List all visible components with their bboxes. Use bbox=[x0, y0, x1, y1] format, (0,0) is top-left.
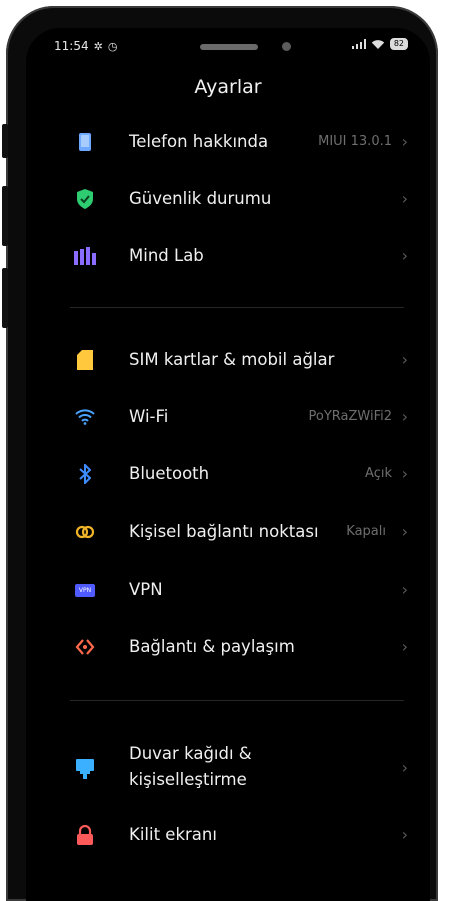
chevron-right-icon: › bbox=[401, 758, 408, 777]
side-button bbox=[2, 268, 8, 328]
setting-label: Telefon hakkında bbox=[129, 132, 269, 151]
chevron-right-icon: › bbox=[401, 350, 408, 369]
vpn-badge: VPN bbox=[75, 583, 95, 597]
wifi-status-icon bbox=[371, 39, 385, 49]
phone-frame: 11:54 ✲ ◷ 82 Ayarlar Telefon hakkında MI… bbox=[2, 6, 438, 901]
setting-connection-sharing[interactable]: Bağlantı & paylaşım › bbox=[26, 628, 430, 668]
section-divider bbox=[70, 700, 404, 701]
section-divider bbox=[70, 307, 404, 308]
status-time: 11:54 bbox=[54, 39, 89, 53]
setting-security-status[interactable]: Güvenlik durumu › bbox=[26, 180, 430, 220]
side-button bbox=[2, 124, 8, 158]
connection-share-icon bbox=[74, 636, 96, 658]
setting-about-phone[interactable]: Telefon hakkında MIUI 13.0.1 › bbox=[26, 123, 430, 163]
alarm-icon: ◷ bbox=[107, 39, 118, 53]
setting-label: Güvenlik durumu bbox=[129, 189, 272, 208]
page-title: Ayarlar bbox=[194, 76, 262, 98]
setting-label: VPN bbox=[129, 580, 163, 599]
setting-bluetooth[interactable]: Bluetooth Açık › bbox=[26, 455, 430, 495]
side-button bbox=[2, 186, 8, 246]
chevron-right-icon: › bbox=[401, 825, 408, 844]
setting-lock-screen[interactable]: Kilit ekranı › bbox=[26, 816, 430, 856]
wallpaper-icon bbox=[74, 758, 96, 780]
setting-label: Mind Lab bbox=[129, 246, 204, 265]
screen: 11:54 ✲ ◷ 82 Ayarlar Telefon hakkında MI… bbox=[26, 28, 430, 901]
setting-value: Kapalı bbox=[346, 524, 386, 539]
chevron-right-icon: › bbox=[401, 132, 408, 151]
setting-label: Bağlantı & paylaşım bbox=[129, 637, 295, 656]
hotspot-icon bbox=[74, 521, 96, 543]
setting-label: Kişisel bağlantı noktası bbox=[129, 522, 319, 541]
chevron-right-icon: › bbox=[401, 464, 408, 483]
gear-icon: ✲ bbox=[93, 39, 103, 53]
setting-label: Kilit ekranı bbox=[129, 825, 217, 844]
chevron-right-icon: › bbox=[401, 246, 408, 265]
setting-label: kişiselleştirme bbox=[129, 770, 247, 789]
sim-card-icon bbox=[74, 349, 96, 371]
setting-label: SIM kartlar & mobil ağlar bbox=[129, 350, 335, 369]
status-right: 82 bbox=[351, 38, 408, 50]
mind-lab-icon bbox=[74, 245, 96, 267]
setting-wifi[interactable]: Wi-Fi PoYRaZWiFi2 › bbox=[26, 398, 430, 438]
earpiece-speaker bbox=[200, 44, 258, 50]
setting-label: Wi-Fi bbox=[129, 407, 169, 426]
lock-icon bbox=[74, 824, 96, 846]
setting-value: Açık bbox=[365, 466, 392, 481]
bluetooth-icon bbox=[74, 463, 96, 485]
chevron-right-icon: › bbox=[401, 189, 408, 208]
front-camera bbox=[282, 42, 291, 51]
setting-sim-cards[interactable]: SIM kartlar & mobil ağlar › bbox=[26, 341, 430, 381]
chevron-right-icon: › bbox=[401, 580, 408, 599]
setting-value: MIUI 13.0.1 bbox=[318, 134, 392, 149]
setting-hotspot[interactable]: Kişisel bağlantı noktası Kapalı › bbox=[26, 513, 430, 553]
status-bar: 11:54 ✲ ◷ 82 bbox=[26, 28, 430, 62]
setting-label: Duvar kağıdı & bbox=[129, 744, 252, 763]
chevron-right-icon: › bbox=[401, 637, 408, 656]
chevron-right-icon: › bbox=[401, 522, 408, 541]
chevron-right-icon: › bbox=[401, 407, 408, 426]
setting-label: Bluetooth bbox=[129, 464, 210, 483]
phone-info-icon bbox=[74, 131, 96, 153]
signal-icon bbox=[351, 39, 366, 49]
wifi-icon bbox=[74, 406, 96, 428]
battery-icon: 82 bbox=[389, 38, 408, 50]
setting-wallpaper-personalization[interactable]: Duvar kağıdı & kişiselleştirme › bbox=[26, 740, 430, 796]
setting-value: PoYRaZWiFi2 bbox=[308, 409, 392, 424]
shield-check-icon bbox=[74, 188, 96, 210]
setting-vpn[interactable]: VPN VPN › bbox=[26, 571, 430, 611]
status-left: 11:54 ✲ ◷ bbox=[54, 39, 117, 53]
vpn-icon: VPN bbox=[74, 579, 96, 601]
setting-mind-lab[interactable]: Mind Lab › bbox=[26, 237, 430, 277]
